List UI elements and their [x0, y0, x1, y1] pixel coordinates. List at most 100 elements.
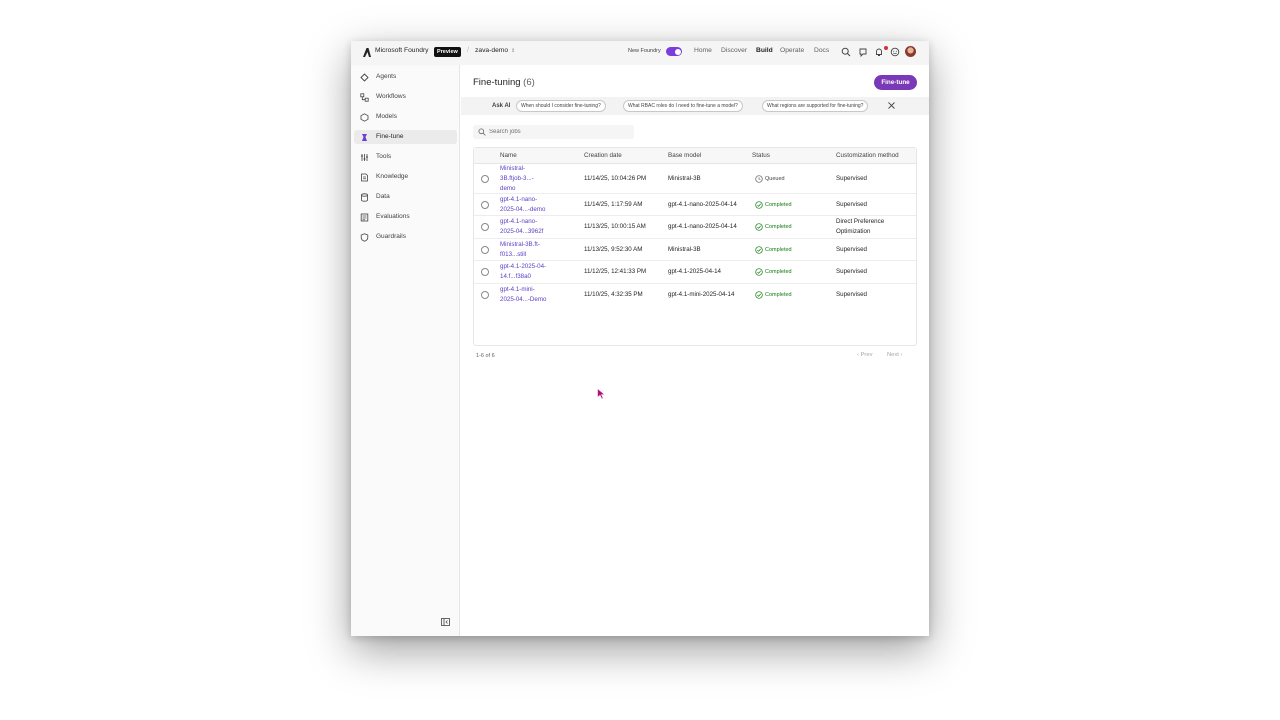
sidebar-item-workflows[interactable]: Workflows	[354, 90, 457, 104]
sidebar-item-data[interactable]: Data	[354, 190, 457, 204]
sidebar-item-models[interactable]: Models	[354, 110, 457, 124]
status-text: Completed	[765, 224, 792, 230]
row-select-radio[interactable]	[481, 268, 489, 276]
agents-icon	[360, 73, 369, 82]
nav-operate[interactable]: Operate	[780, 47, 804, 54]
sidebar-item-fine-tune[interactable]: Fine-tune	[354, 130, 457, 144]
customization-method: Supervised	[836, 201, 867, 208]
creation-date: 11/10/25, 4:32:35 PM	[584, 291, 643, 298]
job-name-line: gpt-4.1-nano-	[500, 196, 538, 203]
pagination-info: 1-6 of 6	[476, 353, 495, 359]
sidebar-item-label: Guardrails	[376, 233, 406, 240]
smile-feedback-icon[interactable]	[890, 47, 900, 57]
ask-ai-chip[interactable]: When should I consider fine-tuning?	[516, 100, 606, 112]
creation-date: 11/14/25, 1:17:59 AM	[584, 201, 643, 208]
job-name-link[interactable]: Ministral- 3B.ftjob-3...- demo	[500, 164, 560, 194]
job-name-link[interactable]: gpt-4.1-nano- 2025-04...3962f	[500, 217, 560, 237]
table-row[interactable]: Ministral- 3B.ftjob-3...- demo 11/14/25,…	[474, 164, 916, 194]
status-text: Completed	[765, 292, 792, 298]
customization-method: Supervised	[836, 268, 867, 275]
column-header-name[interactable]: Name	[500, 152, 517, 159]
guardrails-icon	[360, 233, 369, 242]
notification-dot	[884, 46, 888, 50]
prev-label: Prev	[860, 352, 873, 358]
next-label: Next	[887, 352, 899, 358]
project-selector[interactable]: zava-demo ⇕	[475, 47, 515, 54]
sidebar-item-tools[interactable]: Tools	[354, 150, 457, 164]
job-name-line: Ministral-	[500, 165, 526, 172]
job-name-line: 2025-04...3962f	[500, 228, 544, 235]
ask-ai-label: Ask AI	[492, 103, 511, 109]
row-select-radio[interactable]	[481, 291, 489, 299]
job-name-link[interactable]: gpt-4.1-2025-04- 14.f...f38a0	[500, 262, 560, 282]
bell-icon[interactable]	[874, 47, 884, 57]
ask-ai-bar: Ask AI When should I consider fine-tunin…	[461, 97, 929, 115]
chevron-right-icon: ›	[900, 352, 903, 358]
ask-ai-chip[interactable]: What regions are supported for fine-tuni…	[762, 100, 869, 112]
base-model: gpt-4.1-nano-2025-04-14	[668, 223, 737, 230]
sidebar-item-evaluations[interactable]: Evaluations	[354, 210, 457, 224]
table-row[interactable]: Ministral-3B.ft- f013...still 11/13/25, …	[474, 239, 916, 261]
job-name-line: demo	[500, 185, 516, 192]
new-foundry-toggle[interactable]	[666, 47, 682, 56]
nav-home[interactable]: Home	[694, 47, 712, 54]
check-circle-icon	[755, 201, 763, 209]
job-name-link[interactable]: Ministral-3B.ft- f013...still	[500, 240, 560, 260]
nav-build[interactable]: Build	[756, 47, 773, 54]
job-name-link[interactable]: gpt-4.1-nano- 2025-04...-demo	[500, 195, 560, 215]
chevron-updown-icon: ⇕	[511, 48, 516, 54]
job-name-link[interactable]: gpt-4.1-mini- 2025-04...-Demo	[500, 285, 560, 305]
check-circle-icon	[755, 268, 763, 276]
job-count: (6)	[523, 77, 535, 88]
assistant-icon[interactable]	[858, 47, 868, 57]
sidebar-item-label: Data	[376, 193, 390, 200]
column-header-base-model[interactable]: Base model	[668, 152, 701, 159]
avatar[interactable]	[905, 46, 916, 57]
status-text: Completed	[765, 269, 792, 275]
fine-tune-button[interactable]: Fine-tune	[874, 75, 917, 90]
sidebar-item-knowledge[interactable]: Knowledge	[354, 170, 457, 184]
check-circle-icon	[755, 223, 763, 231]
next-page-button[interactable]: Next ›	[887, 352, 902, 358]
row-select-radio[interactable]	[481, 246, 489, 254]
row-select-radio[interactable]	[481, 175, 489, 183]
table-row[interactable]: gpt-4.1-nano- 2025-04...-demo 11/14/25, …	[474, 194, 916, 216]
column-header-status[interactable]: Status	[752, 152, 770, 159]
column-header-customization-method[interactable]: Customization method	[836, 152, 899, 159]
fine-tune-icon	[362, 134, 367, 141]
prev-page-button[interactable]: ‹ Prev	[857, 352, 872, 358]
row-select-radio[interactable]	[481, 201, 489, 209]
close-icon[interactable]	[887, 101, 896, 110]
table-row[interactable]: gpt-4.1-2025-04- 14.f...f38a0 11/12/25, …	[474, 261, 916, 284]
search-icon	[478, 128, 486, 136]
table-row[interactable]: gpt-4.1-mini- 2025-04...-Demo 11/10/25, …	[474, 284, 916, 306]
brand-name[interactable]: Microsoft Foundry	[375, 47, 429, 54]
job-name-line: 2025-04...-demo	[500, 206, 546, 213]
status-text: Completed	[765, 247, 792, 253]
search-icon[interactable]	[841, 47, 851, 57]
table-row[interactable]: gpt-4.1-nano- 2025-04...3962f 11/13/25, …	[474, 216, 916, 239]
ask-ai-chip[interactable]: What RBAC roles do I need to fine-tune a…	[623, 100, 743, 112]
job-name-line: gpt-4.1-mini-	[500, 286, 535, 293]
table-header: Name Creation date Base model Status Cus…	[474, 148, 916, 164]
sidebar-item-agents[interactable]: Agents	[354, 70, 457, 84]
status-text: Completed	[765, 202, 792, 208]
page-title-text: Fine-tuning	[473, 77, 521, 88]
column-header-creation-date[interactable]: Creation date	[584, 152, 622, 159]
foundry-logo-icon[interactable]	[362, 47, 372, 58]
sidebar-item-label: Knowledge	[376, 173, 409, 180]
nav-docs[interactable]: Docs	[814, 47, 829, 54]
search-input[interactable]	[489, 126, 629, 138]
jobs-table: Name Creation date Base model Status Cus…	[473, 147, 917, 346]
job-name-line: f013...still	[500, 251, 527, 258]
row-select-radio[interactable]	[481, 223, 489, 231]
evaluations-icon	[360, 213, 369, 222]
main-content: Fine-tuning (6) Fine-tune Ask AI When sh…	[461, 65, 929, 636]
sidebar-item-label: Agents	[376, 73, 397, 80]
sidebar-item-guardrails[interactable]: Guardrails	[354, 230, 457, 244]
nav-discover[interactable]: Discover	[721, 47, 747, 54]
collapse-sidebar-icon[interactable]	[441, 618, 450, 626]
creation-date: 11/13/25, 10:00:15 AM	[584, 223, 646, 230]
job-name-line: gpt-4.1-nano-	[500, 218, 538, 225]
knowledge-icon	[361, 173, 368, 182]
